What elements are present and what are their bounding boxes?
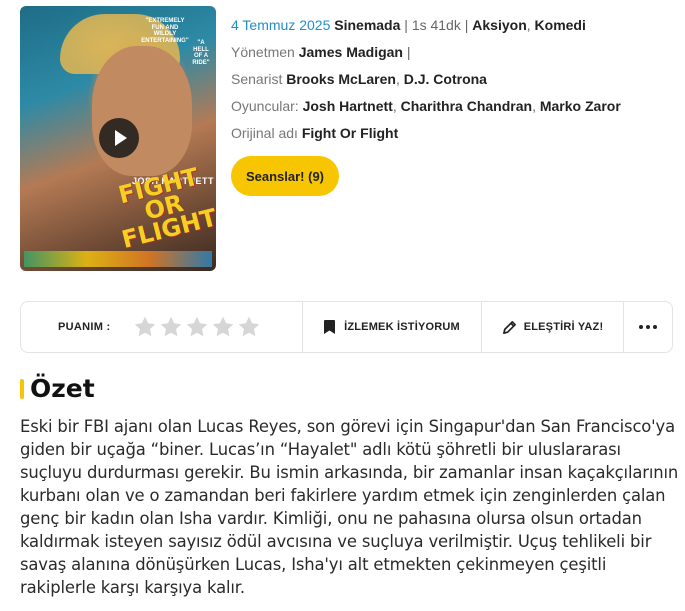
original-title-label: Orijinal adı xyxy=(231,125,298,141)
status-text: Sinemada xyxy=(334,17,401,33)
poster-credits-strip xyxy=(24,251,212,267)
movie-meta: 4 Temmuz 2025 Sinemada | 1s 41dk | Aksiy… xyxy=(231,12,621,147)
summary-title: Özet xyxy=(30,374,95,403)
more-dots-icon xyxy=(646,325,650,329)
pencil-icon xyxy=(502,320,516,334)
meta-line-release: 4 Temmuz 2025 Sinemada | 1s 41dk | Aksiy… xyxy=(231,12,621,39)
cast-link[interactable]: Josh Hartnett xyxy=(303,98,393,114)
watchlist-button[interactable]: İZLEMEK İSTİYORUM xyxy=(303,302,482,352)
sessions-button[interactable]: Seanslar! (9) xyxy=(231,156,339,196)
poster-quote: "EXTREMELY FUN AND WILDLY ENTERTAINING" xyxy=(141,18,189,44)
cast-link[interactable]: Charithra Chandran xyxy=(401,98,532,114)
star-icon[interactable] xyxy=(211,315,235,339)
meta-line-cast: Oyuncular: Josh Hartnett, Charithra Chan… xyxy=(231,93,621,120)
watchlist-label: İZLEMEK İSTİYORUM xyxy=(344,321,460,333)
star-icon[interactable] xyxy=(237,315,261,339)
genre-link[interactable]: Aksiyon xyxy=(472,17,526,33)
star-icon[interactable] xyxy=(133,315,157,339)
play-icon xyxy=(115,130,127,146)
writer-label: Senarist xyxy=(231,71,283,87)
comma: , xyxy=(526,17,531,33)
bookmark-icon xyxy=(324,320,336,334)
separator: | xyxy=(406,44,411,60)
more-options-button[interactable] xyxy=(624,302,672,352)
comma: , xyxy=(392,98,397,114)
more-dots-icon xyxy=(639,325,643,329)
duration: 1s 41dk xyxy=(411,17,461,33)
writer-link[interactable]: D.J. Cotrona xyxy=(404,71,487,87)
separator: | xyxy=(404,17,408,33)
meta-line-original-title: Orijinal adı Fight Or Flight xyxy=(231,120,621,147)
cast-label: Oyuncular: xyxy=(231,98,299,114)
director-link[interactable]: James Madigan xyxy=(299,44,403,60)
separator: | xyxy=(464,17,469,33)
original-title: Fight Or Flight xyxy=(301,125,399,141)
meta-line-director: Yönetmen James Madigan | xyxy=(231,39,621,66)
comma: , xyxy=(532,98,536,114)
genre-link[interactable]: Komedi xyxy=(535,17,586,33)
writer-link[interactable]: Brooks McLaren xyxy=(286,71,396,87)
more-dots-icon xyxy=(653,325,657,329)
comma: , xyxy=(395,71,400,87)
heading-accent-bar xyxy=(20,378,24,399)
summary-text: Eski bir FBI ajanı olan Lucas Reyes, son… xyxy=(20,417,679,597)
play-trailer-button[interactable] xyxy=(99,118,139,158)
rating-stars xyxy=(133,315,261,339)
write-critique-button[interactable]: ELEŞTİRİ YAZ! xyxy=(482,302,624,352)
action-bar: PUANIM : İZLEMEK İSTİYORUM ELEŞTİRİ YAZ! xyxy=(20,301,673,353)
release-date-link[interactable]: 4 Temmuz 2025 xyxy=(231,17,330,33)
critique-label: ELEŞTİRİ YAZ! xyxy=(523,321,604,333)
director-label: Yönetmen xyxy=(231,44,295,60)
meta-line-writer: Senarist Brooks McLaren, D.J. Cotrona xyxy=(231,66,621,93)
star-icon[interactable] xyxy=(185,315,209,339)
poster-face xyxy=(92,46,192,176)
rating-label: PUANIM : xyxy=(58,321,111,333)
summary-heading: Özet xyxy=(20,374,95,403)
star-icon[interactable] xyxy=(159,315,183,339)
poster-quote: "A HELL OF A RIDE" xyxy=(192,40,210,66)
cast-link[interactable]: Marko Zaror xyxy=(540,98,621,114)
rating-section: PUANIM : xyxy=(21,302,303,352)
